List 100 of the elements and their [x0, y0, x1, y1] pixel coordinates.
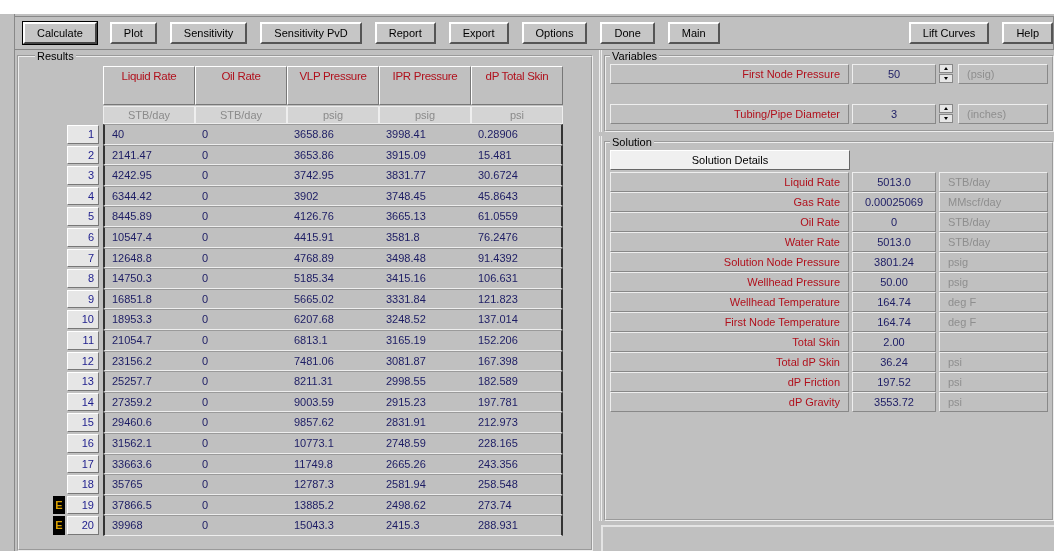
- result-value: 164.74: [852, 292, 936, 312]
- row-index[interactable]: 17: [67, 454, 99, 474]
- table-cell: 2915.23: [379, 391, 471, 413]
- toolbar-button[interactable]: Report: [374, 22, 436, 44]
- table-cell: 0: [195, 144, 287, 166]
- table-cell: 45.8643: [471, 185, 563, 207]
- row-index[interactable]: 18: [67, 475, 99, 494]
- toolbar-button[interactable]: Plot: [109, 22, 157, 44]
- table-cell: 40: [103, 124, 195, 145]
- unit-label: psig: [287, 106, 379, 124]
- row-index[interactable]: 4: [67, 186, 99, 206]
- result-label: Water Rate: [610, 232, 849, 252]
- table-cell: 76.2476: [471, 226, 563, 248]
- row-index[interactable]: 1: [67, 125, 99, 144]
- unit-label: STB/day: [103, 106, 195, 124]
- toolbar-button[interactable]: Export: [448, 22, 509, 44]
- table-cell: 2665.26: [379, 453, 471, 475]
- result-label: dP Gravity: [610, 392, 849, 412]
- table-cell: 0: [195, 309, 287, 330]
- unit-label: psi: [471, 106, 563, 124]
- toolbar-button[interactable]: Sensitivity PvD: [260, 22, 362, 44]
- table-cell: 228.165: [471, 432, 563, 454]
- row-index[interactable]: 5: [67, 207, 99, 226]
- table-cell: 8211.31: [287, 371, 379, 392]
- panel-title: Variables: [611, 50, 659, 62]
- table-cell: 13885.2: [287, 494, 379, 516]
- row-index[interactable]: 6: [67, 227, 99, 247]
- table-cell: 3165.19: [379, 329, 471, 351]
- table-cell: 5665.02: [287, 288, 379, 310]
- toolbar-button[interactable]: Options: [521, 22, 588, 44]
- result-label: Solution Node Pressure: [610, 252, 849, 272]
- table-cell: 2581.94: [379, 474, 471, 495]
- table-cell: 61.0559: [471, 206, 563, 227]
- table-cell: 0: [195, 268, 287, 289]
- table-cell: 212.973: [471, 412, 563, 433]
- row-index[interactable]: 13: [67, 372, 99, 391]
- row-index[interactable]: 16: [67, 433, 99, 453]
- table-cell: 3998.41: [379, 124, 471, 145]
- result-value: 164.74: [852, 312, 936, 332]
- row-index[interactable]: 20: [67, 516, 99, 535]
- row-index[interactable]: 14: [67, 392, 99, 412]
- result-label: Wellhead Pressure: [610, 272, 849, 292]
- row-index[interactable]: 12: [67, 351, 99, 371]
- row-index[interactable]: 8: [67, 269, 99, 288]
- table-cell: 3658.86: [287, 124, 379, 145]
- spinner[interactable]: [939, 64, 953, 84]
- table-cell: 3742.95: [287, 165, 379, 186]
- row-index[interactable]: 10: [67, 310, 99, 329]
- row-index[interactable]: 19: [67, 495, 99, 515]
- toolbar-button[interactable]: Help: [1002, 22, 1053, 44]
- toolbar-button[interactable]: Main: [667, 22, 720, 44]
- row-index[interactable]: 9: [67, 289, 99, 309]
- table-cell: 18953.3: [103, 309, 195, 330]
- table-cell: 2831.91: [379, 412, 471, 433]
- table-cell: 0: [195, 412, 287, 433]
- table-cell: 33663.6: [103, 453, 195, 475]
- result-label: Gas Rate: [610, 192, 849, 212]
- result-value: 3801.24: [852, 252, 936, 272]
- result-value: 0.00025069: [852, 192, 936, 212]
- table-cell: 3748.45: [379, 185, 471, 207]
- table-cell: 0: [195, 226, 287, 248]
- table-cell: 10773.1: [287, 432, 379, 454]
- table-cell: 9857.62: [287, 412, 379, 433]
- table-cell: 11749.8: [287, 453, 379, 475]
- toolbar-button[interactable]: Sensitivity: [169, 22, 248, 44]
- table-cell: 0: [195, 515, 287, 536]
- row-index[interactable]: 7: [67, 248, 99, 268]
- table-cell: 106.631: [471, 268, 563, 289]
- table-cell: 21054.7: [103, 329, 195, 351]
- row-index[interactable]: 2: [67, 145, 99, 165]
- toolbar-button[interactable]: Calculate: [23, 22, 97, 44]
- table-cell: 4126.76: [287, 206, 379, 227]
- field-label: First Node Pressure: [610, 64, 849, 84]
- table-cell: 7481.06: [287, 350, 379, 372]
- row-index[interactable]: 3: [67, 166, 99, 185]
- unit-label: STB/day: [195, 106, 287, 124]
- value-field[interactable]: 50: [852, 64, 936, 84]
- solution-details-button[interactable]: Solution Details: [610, 150, 850, 170]
- table-cell: 6344.42: [103, 185, 195, 207]
- toolbar-button[interactable]: Lift Curves: [908, 22, 990, 44]
- table-cell: 0: [195, 124, 287, 145]
- row-index[interactable]: 11: [67, 330, 99, 350]
- column-header: VLP Pressure: [287, 66, 379, 105]
- table-cell: 6207.68: [287, 309, 379, 330]
- table-cell: 3081.87: [379, 350, 471, 372]
- table-cell: 0: [195, 432, 287, 454]
- value-field[interactable]: 3: [852, 104, 936, 124]
- table-cell: 0: [195, 329, 287, 351]
- table-cell: 121.823: [471, 288, 563, 310]
- result-value: 5013.0: [852, 232, 936, 252]
- table-cell: 2748.59: [379, 432, 471, 454]
- table-cell: 288.931: [471, 515, 563, 536]
- spinner[interactable]: [939, 104, 953, 124]
- row-index[interactable]: 15: [67, 413, 99, 432]
- toolbar-button[interactable]: Done: [600, 22, 655, 44]
- result-label: Total Skin: [610, 332, 849, 352]
- table-cell: 243.356: [471, 453, 563, 475]
- table-cell: 2141.47: [103, 144, 195, 166]
- table-cell: 0: [195, 474, 287, 495]
- table-cell: 0: [195, 165, 287, 186]
